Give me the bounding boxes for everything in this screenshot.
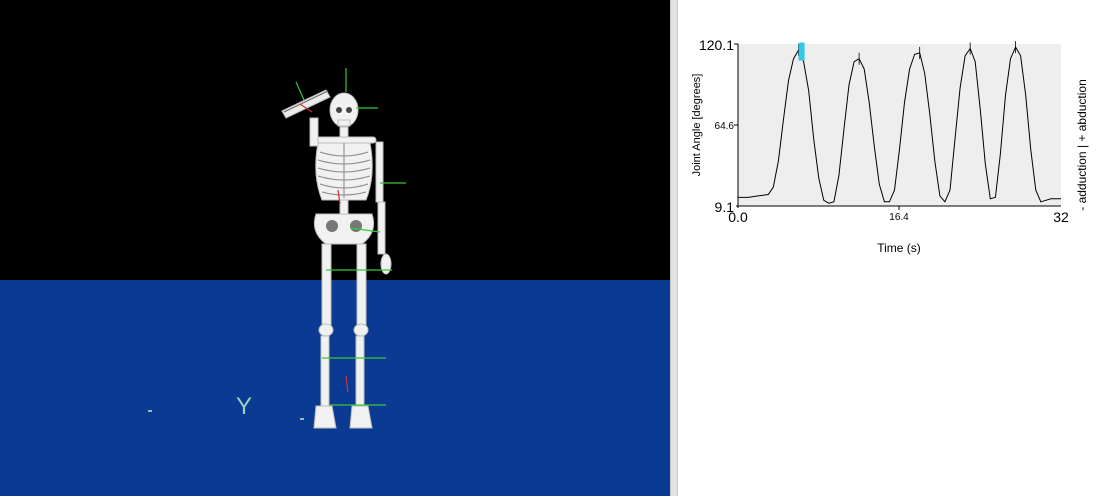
pelvis-hole [350,220,362,232]
right-foot [349,405,373,429]
left-foot [313,405,337,429]
axis-tick [148,410,152,412]
y-tick-label: 64.6 [715,121,735,132]
upper-arm-raised [309,117,319,147]
viewport-axis-label: Y [236,393,252,420]
x-tick-label: 16.4 [889,212,909,223]
eye-socket [346,107,352,113]
left-femur [321,243,332,327]
y-tick-labels: 120.1 64.6 9.1 [699,37,738,215]
right-knee [353,323,369,337]
upper-arm [375,141,384,203]
jaw [337,119,351,127]
current-time-marker[interactable] [798,42,805,61]
neck [339,126,349,138]
x-axis-title: Time (s) [877,241,921,255]
x-tick-labels: 0.0 16.4 32 [728,206,1069,225]
forearm [377,201,386,255]
pelvis-hole [326,220,338,232]
skeleton-model[interactable] [281,89,392,429]
panel-splitter[interactable] [670,0,678,496]
raised-arm [281,89,331,119]
3d-viewport[interactable]: Y [0,0,670,496]
eye-socket [336,107,342,113]
left-knee [318,323,334,337]
x-tick-label: 32 [1053,209,1069,225]
axis-tick [300,418,304,420]
pelvis [313,213,375,245]
joint-angle-plot[interactable]: 120.1 64.6 9.1 0.0 16.4 32 Time (s) Join… [678,0,1101,496]
hand [380,253,392,275]
skeleton-scene: Y [148,68,406,429]
y-tick-label: 120.1 [699,37,734,53]
x-tick-label: 0.0 [728,209,748,225]
y-axis-title: Joint Angle [degrees] [691,74,703,177]
right-femur [356,243,367,327]
right-axis-title: - adduction | + abduction [1075,79,1089,211]
clavicle [313,136,377,144]
plot-area [738,44,1061,206]
right-tibia [355,335,365,407]
left-tibia [320,335,330,407]
lumbar-spine [339,199,349,215]
plot-panel: 120.1 64.6 9.1 0.0 16.4 32 Time (s) Join… [678,0,1101,496]
